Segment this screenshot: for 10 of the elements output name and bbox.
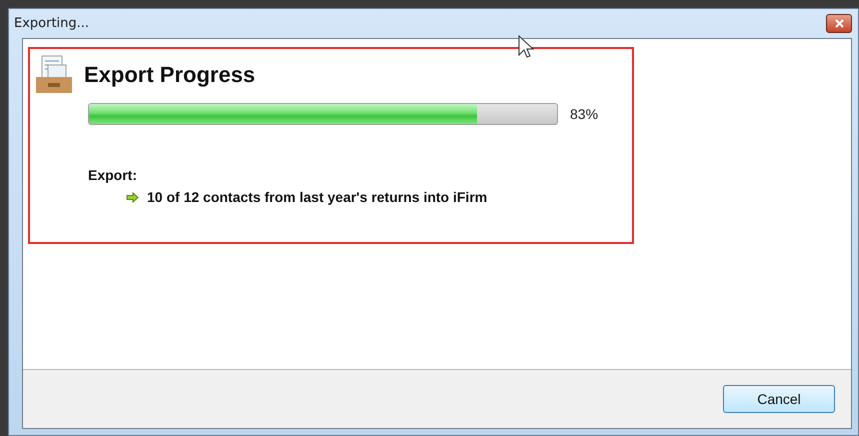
export-label: Export: bbox=[88, 167, 138, 183]
close-icon bbox=[834, 19, 844, 28]
export-item: 10 of 12 contacts from last year's returns into iFirm bbox=[147, 189, 488, 205]
cancel-button[interactable]: Cancel bbox=[723, 385, 835, 413]
window-title: Exporting... bbox=[14, 16, 90, 31]
close-button[interactable] bbox=[826, 14, 852, 33]
tray-icon bbox=[36, 55, 72, 95]
arrow-icon bbox=[126, 192, 139, 202]
progress-percent: 83% bbox=[570, 106, 598, 122]
dialog-heading: Export Progress bbox=[84, 62, 256, 88]
